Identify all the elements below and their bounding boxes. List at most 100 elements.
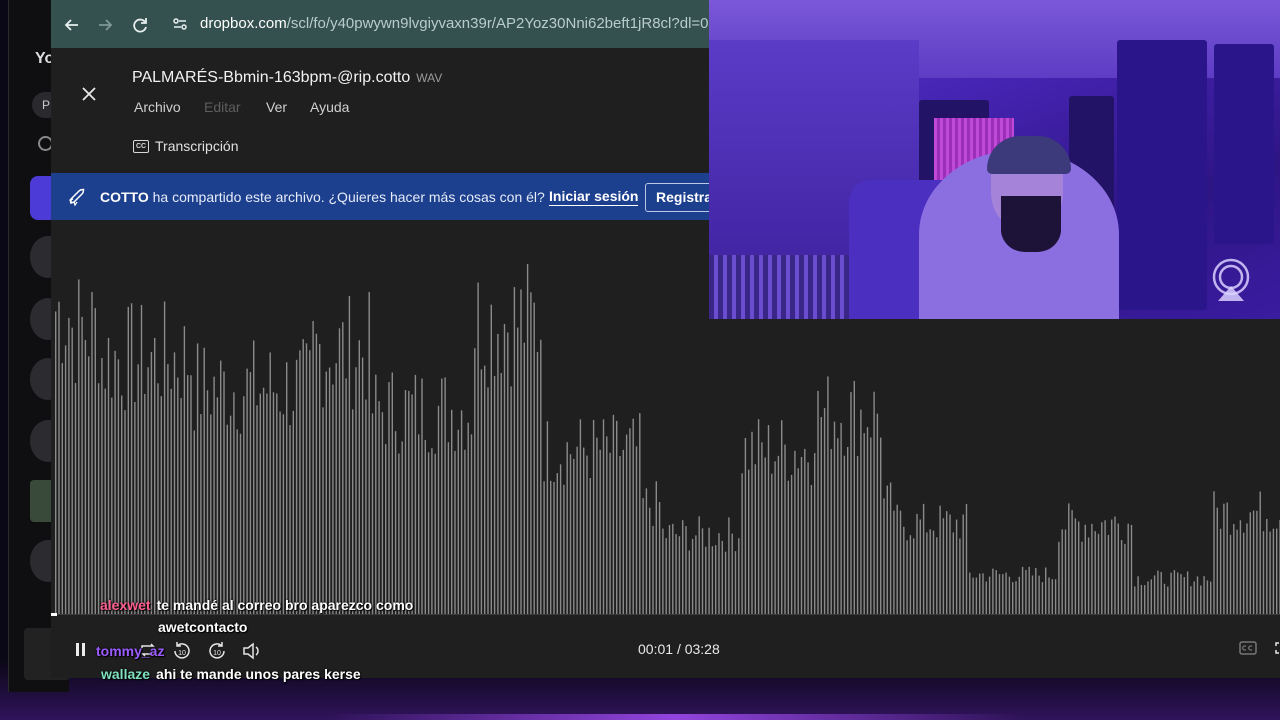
waveform-bar xyxy=(507,332,509,615)
waveform-bar xyxy=(84,340,87,615)
reload-icon xyxy=(133,18,147,33)
url-host: dropbox.com xyxy=(200,15,287,32)
skip-forward-button[interactable]: 10 xyxy=(206,640,228,660)
waveform-bar xyxy=(279,411,281,615)
waveform-bar xyxy=(665,538,667,615)
waveform-bar xyxy=(114,350,116,615)
waveform-baseline xyxy=(51,614,1280,615)
waveform-bar xyxy=(1193,581,1195,615)
waveform-bar xyxy=(1087,537,1090,615)
waveform-bar xyxy=(236,429,238,615)
waveform-bar xyxy=(606,436,608,615)
waveform-bar xyxy=(1262,531,1265,615)
menu-archivo[interactable]: Archivo xyxy=(134,99,181,115)
waveform-bar xyxy=(1031,575,1034,615)
waveform-bar xyxy=(193,430,195,615)
broadcast-logo-icon xyxy=(1208,257,1254,303)
waveform-bar xyxy=(708,527,710,615)
waveform-bar xyxy=(612,414,615,615)
arrow-right-icon xyxy=(99,19,113,31)
waveform-bar xyxy=(1239,520,1242,615)
menu-ver[interactable]: Ver xyxy=(266,99,287,115)
waveform-bar xyxy=(969,572,971,615)
url-text[interactable]: dropbox.com/scl/fo/y40pwywn9lvgiyvaxn39r… xyxy=(200,15,736,32)
back-button[interactable] xyxy=(61,14,83,36)
waveform-bar xyxy=(817,390,819,615)
waveform-bar xyxy=(592,419,595,615)
waveform-bar xyxy=(196,343,199,615)
waveform-bar xyxy=(837,438,839,615)
playback-progress[interactable] xyxy=(51,613,58,616)
close-button[interactable] xyxy=(79,84,99,104)
waveform-bar xyxy=(1114,516,1116,615)
waveform-bar xyxy=(213,376,215,615)
waveform-bar xyxy=(457,429,459,615)
waveform-bar xyxy=(583,447,585,615)
chat-text: te mandé al correo bro aparezco como xyxy=(156,597,414,613)
waveform-bar xyxy=(1173,570,1176,615)
forward-button[interactable] xyxy=(94,14,116,36)
waveform-bar xyxy=(292,410,294,615)
waveform-bar xyxy=(239,433,242,615)
waveform-bar xyxy=(979,573,981,615)
waveform-bar xyxy=(55,311,57,615)
waveform-bar xyxy=(870,437,872,615)
volume-button[interactable] xyxy=(241,640,263,660)
site-settings-icon[interactable] xyxy=(171,15,189,33)
waveform-bar xyxy=(939,505,941,615)
waveform-bar xyxy=(381,412,384,615)
waveform-bar xyxy=(1078,521,1080,615)
waveform-bar xyxy=(658,502,661,615)
skip-back-button[interactable]: 10 xyxy=(171,640,193,660)
waveform-bar xyxy=(922,503,925,615)
waveform-bar xyxy=(771,473,773,615)
waveform-bar xyxy=(856,455,859,615)
webcam-acoustic-panel xyxy=(1117,40,1207,310)
waveform-bar xyxy=(1054,579,1057,615)
waveform-bar xyxy=(873,391,875,615)
waveform-bar xyxy=(477,282,479,615)
waveform-bar xyxy=(203,347,205,615)
waveform-bar xyxy=(464,449,466,615)
waveform-bar xyxy=(652,525,654,615)
waveform-bar xyxy=(101,358,103,615)
waveform-bar xyxy=(1117,523,1119,615)
fullscreen-icon xyxy=(1275,642,1279,654)
reload-button[interactable] xyxy=(129,14,151,36)
waveform-bar xyxy=(1157,570,1159,615)
waveform-bar xyxy=(338,328,341,615)
waveform-bar xyxy=(748,469,750,615)
waveform-bar xyxy=(121,395,123,615)
waveform-bar xyxy=(754,464,756,615)
login-link[interactable]: Iniciar sesión xyxy=(549,188,639,206)
waveform-bar xyxy=(1094,531,1096,615)
waveform-bar xyxy=(833,421,836,615)
waveform-bar xyxy=(421,378,423,615)
waveform-bar xyxy=(1005,572,1007,615)
waveform-bar xyxy=(411,394,413,615)
waveform-bar xyxy=(860,409,862,615)
captions-icon xyxy=(1239,641,1257,655)
waveform-bar xyxy=(295,359,298,615)
waveform-bar xyxy=(1210,581,1212,615)
waveform-bar xyxy=(1018,576,1020,615)
pause-button[interactable] xyxy=(70,640,92,660)
banner-owner: COTTO xyxy=(100,189,149,205)
waveform-bar xyxy=(678,536,681,615)
transcript-button[interactable]: CC Transcripción xyxy=(133,138,239,154)
captions-button[interactable] xyxy=(1237,640,1259,660)
menu-editar[interactable]: Editar xyxy=(204,99,241,115)
waveform-bar xyxy=(289,425,291,615)
waveform-bar xyxy=(530,292,532,615)
waveform-bar xyxy=(474,348,476,615)
waveform-bar xyxy=(616,420,618,615)
total-time: 03:28 xyxy=(684,641,720,657)
waveform-bar xyxy=(1243,532,1245,615)
waveform-bar xyxy=(404,390,407,615)
fullscreen-button[interactable] xyxy=(1269,640,1280,660)
taskbar-glow xyxy=(330,714,1020,720)
waveform-bar xyxy=(853,380,855,615)
waveform-bar xyxy=(919,519,921,615)
webcam-acoustic-panel xyxy=(1214,44,1274,244)
menu-ayuda[interactable]: Ayuda xyxy=(310,99,349,115)
